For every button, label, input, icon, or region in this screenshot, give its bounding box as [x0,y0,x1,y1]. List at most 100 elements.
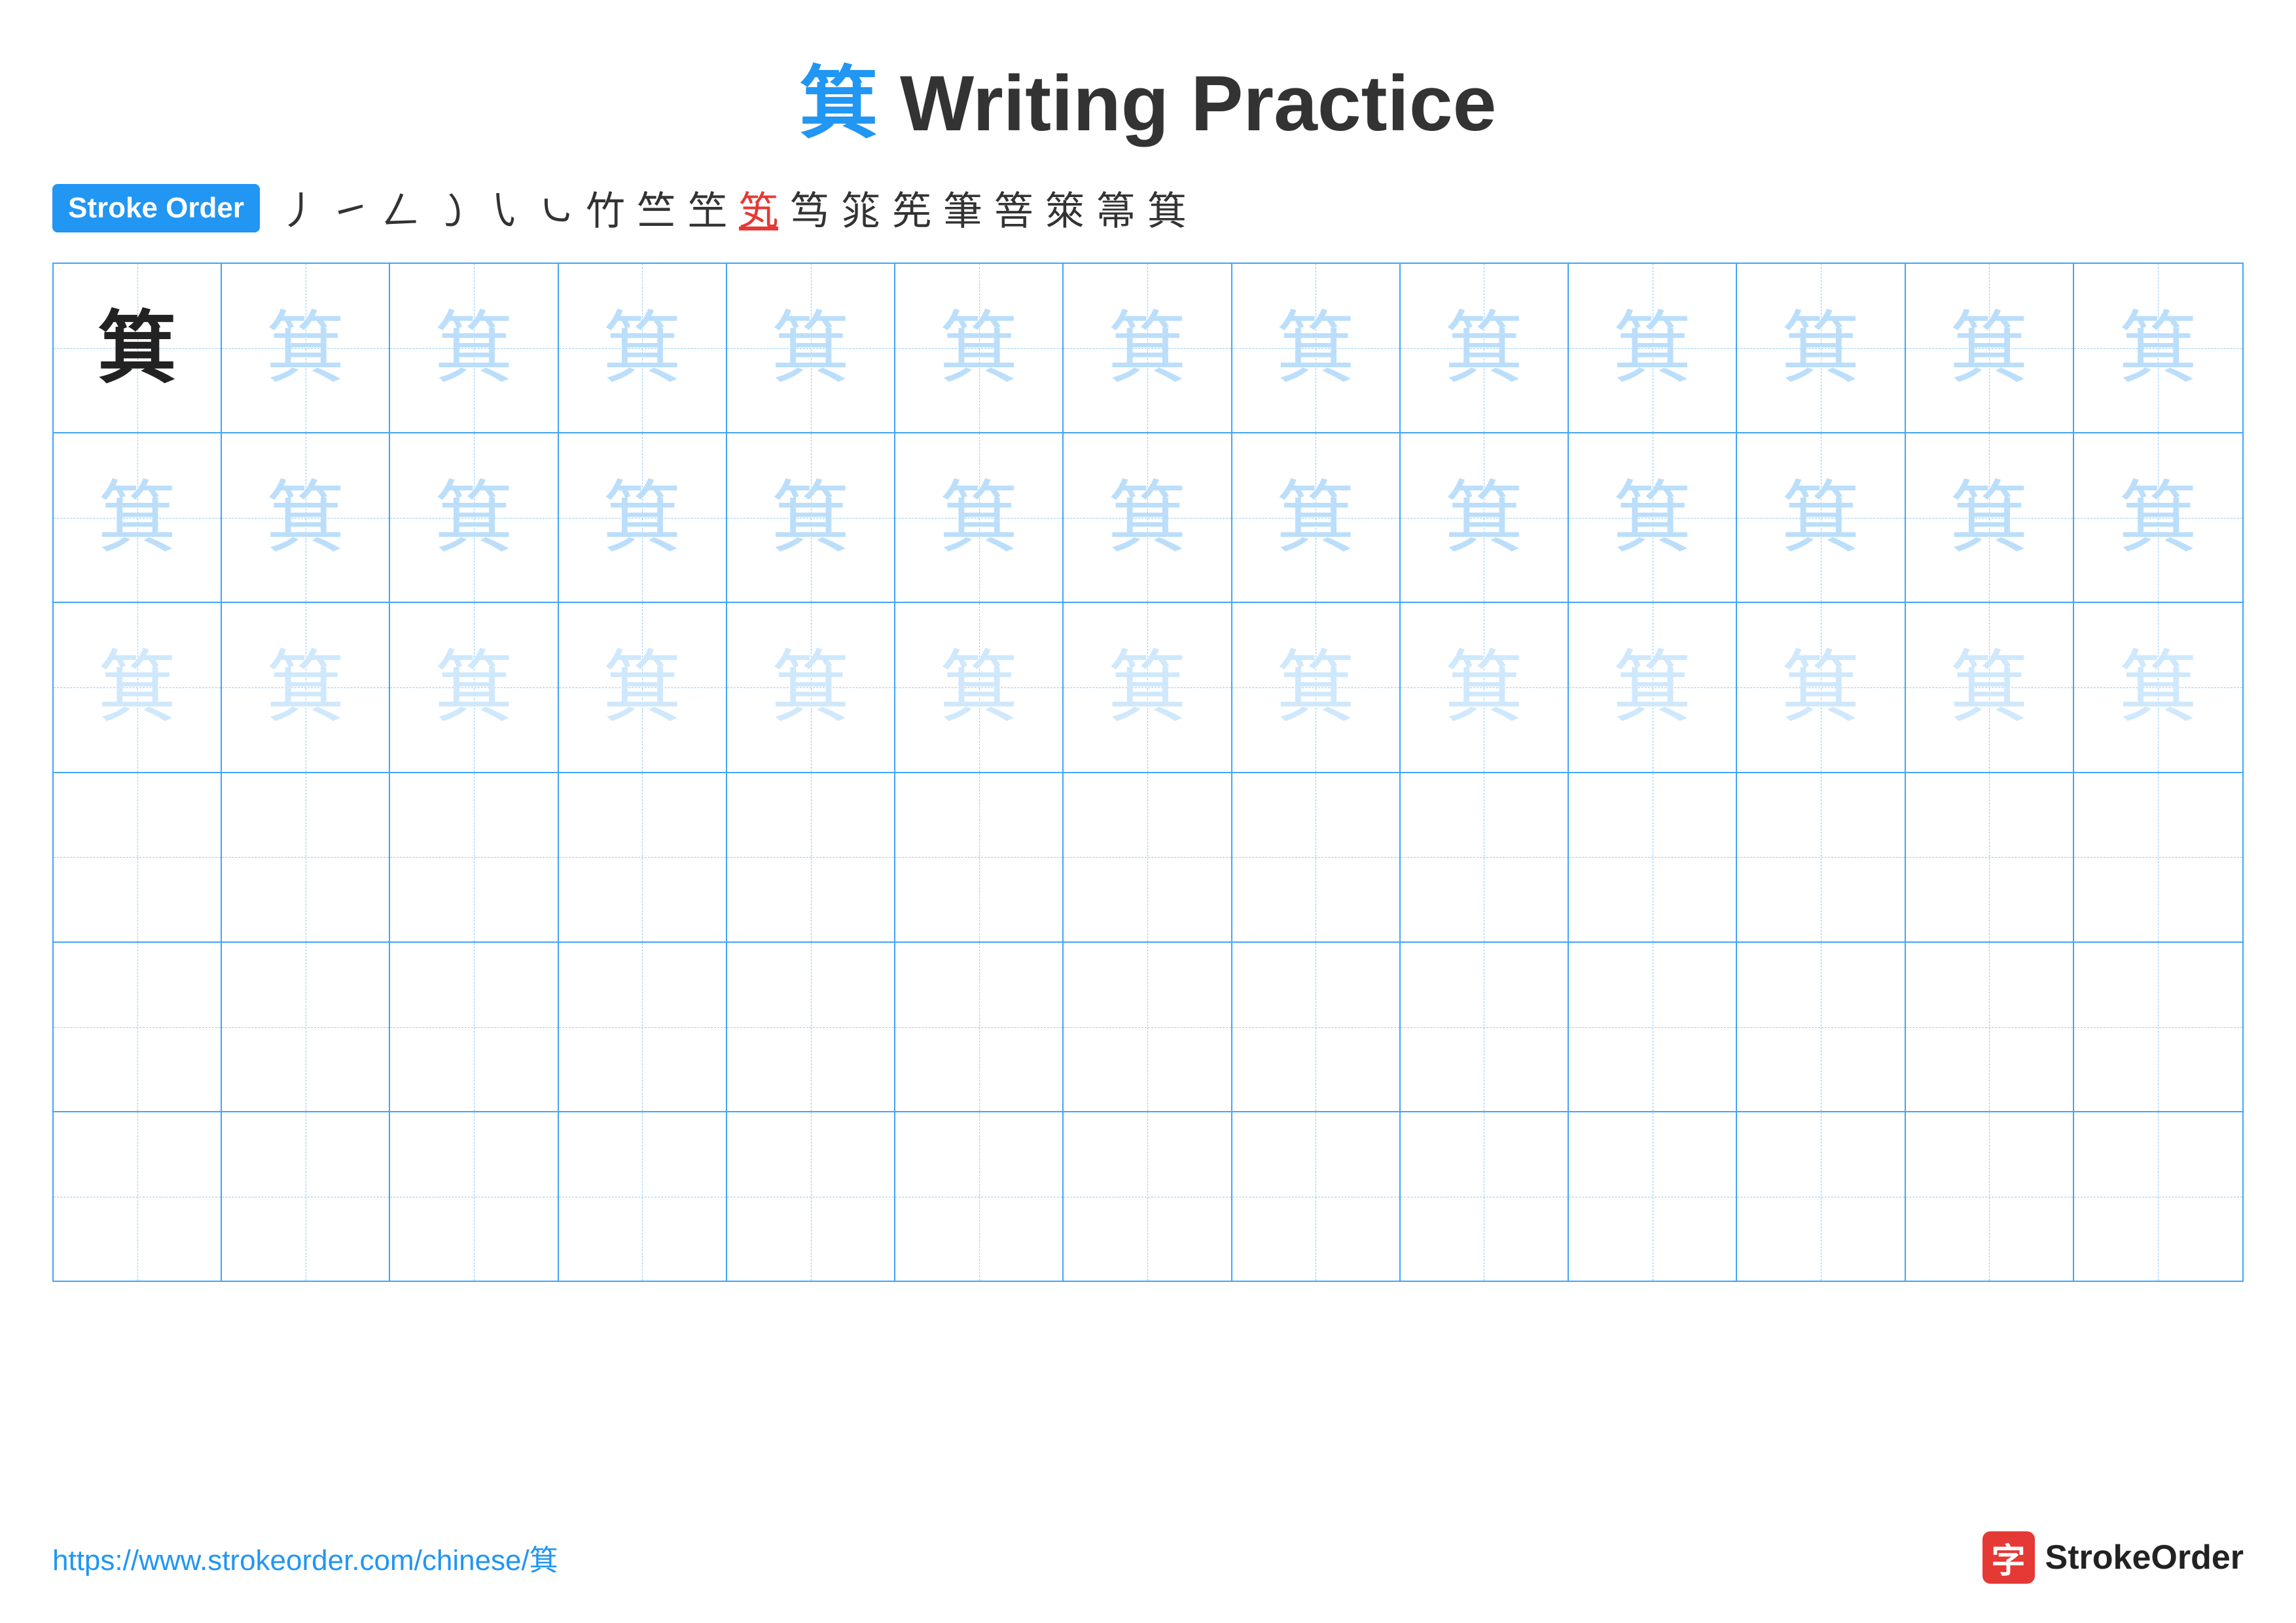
cell-character: 箕 [603,648,681,727]
stroke-step-4: ㇂ [484,179,523,236]
grid-cell-1-9[interactable]: 箕 [1569,433,1737,602]
grid-cell-0-1[interactable]: 箕 [222,264,390,432]
grid-cell-4-11[interactable] [1906,943,2074,1111]
grid-cell-3-4[interactable] [727,773,895,941]
grid-cell-3-6[interactable] [1064,773,1232,941]
grid-cell-1-2[interactable]: 箕 [390,433,558,602]
grid-cell-0-6[interactable]: 箕 [1064,264,1232,432]
grid-cell-2-3[interactable]: 箕 [559,603,727,771]
grid-cell-1-6[interactable]: 箕 [1064,433,1232,602]
grid-cell-1-7[interactable]: 箕 [1232,433,1401,602]
cell-character: 箕 [435,309,513,388]
grid-cell-5-0[interactable] [54,1112,222,1281]
grid-cell-2-5[interactable]: 箕 [895,603,1064,771]
cell-character: 箕 [266,479,345,557]
grid-cell-2-8[interactable]: 箕 [1401,603,1569,771]
brand-name: StrokeOrder [2045,1538,2244,1577]
cell-character: 箕 [1613,648,1692,727]
grid-cell-4-0[interactable] [54,943,222,1111]
cell-character: 箕 [1950,648,2028,727]
grid-cell-5-11[interactable] [1906,1112,2074,1281]
cell-character: 箕 [1782,648,1860,727]
stroke-step-17: 箕 [1147,179,1187,236]
grid-cell-2-12[interactable]: 箕 [2074,603,2242,771]
grid-cell-2-1[interactable]: 箕 [222,603,390,771]
grid-cell-5-6[interactable] [1064,1112,1232,1281]
grid-cell-5-1[interactable] [222,1112,390,1281]
grid-cell-1-11[interactable]: 箕 [1906,433,2074,602]
grid-cell-1-12[interactable]: 箕 [2074,433,2242,602]
grid-cell-0-9[interactable]: 箕 [1569,264,1737,432]
grid-cell-0-4[interactable]: 箕 [727,264,895,432]
stroke-step-8: 笁 [688,179,727,236]
grid-cell-1-1[interactable]: 箕 [222,433,390,602]
grid-cell-1-10[interactable]: 箕 [1737,433,1905,602]
grid-cell-5-3[interactable] [559,1112,727,1281]
stroke-order-badge[interactable]: Stroke Order [52,184,260,232]
grid-cell-2-0[interactable]: 箕 [54,603,222,771]
stroke-step-12: 筅 [892,179,931,236]
grid-cell-5-12[interactable] [2074,1112,2242,1281]
grid-cell-4-4[interactable] [727,943,895,1111]
grid-cell-5-5[interactable] [895,1112,1064,1281]
grid-cell-5-2[interactable] [390,1112,558,1281]
grid-cell-5-9[interactable] [1569,1112,1737,1281]
cell-character: 箕 [266,309,345,388]
grid-cell-1-8[interactable]: 箕 [1401,433,1569,602]
grid-cell-0-12[interactable]: 箕 [2074,264,2242,432]
grid-row-4 [54,943,2242,1112]
grid-cell-4-6[interactable] [1064,943,1232,1111]
grid-cell-3-1[interactable] [222,773,390,941]
grid-cell-4-3[interactable] [559,943,727,1111]
grid-cell-4-12[interactable] [2074,943,2242,1111]
grid-cell-4-8[interactable] [1401,943,1569,1111]
grid-cell-4-9[interactable] [1569,943,1737,1111]
grid-cell-0-5[interactable]: 箕 [895,264,1064,432]
cell-character: 箕 [603,309,681,388]
grid-cell-2-9[interactable]: 箕 [1569,603,1737,771]
grid-cell-4-1[interactable] [222,943,390,1111]
grid-cell-0-7[interactable]: 箕 [1232,264,1401,432]
grid-cell-4-7[interactable] [1232,943,1401,1111]
grid-cell-5-10[interactable] [1737,1112,1905,1281]
grid-cell-4-5[interactable] [895,943,1064,1111]
grid-cell-1-5[interactable]: 箕 [895,433,1064,602]
grid-cell-3-8[interactable] [1401,773,1569,941]
grid-cell-4-2[interactable] [390,943,558,1111]
grid-cell-5-7[interactable] [1232,1112,1401,1281]
grid-cell-3-5[interactable] [895,773,1064,941]
page-title: 箕 Writing Practice [0,0,2296,153]
grid-cell-0-10[interactable]: 箕 [1737,264,1905,432]
grid-cell-3-2[interactable] [390,773,558,941]
grid-cell-0-11[interactable]: 箕 [1906,264,2074,432]
stroke-step-7: 竺 [637,179,676,236]
grid-cell-5-4[interactable] [727,1112,895,1281]
grid-cell-3-10[interactable] [1737,773,1905,941]
grid-cell-3-0[interactable] [54,773,222,941]
footer-url[interactable]: https://www.strokeorder.com/chinese/箕 [52,1537,558,1578]
grid-cell-2-11[interactable]: 箕 [1906,603,2074,771]
title-char: 箕 [800,60,878,147]
grid-cell-1-0[interactable]: 箕 [54,433,222,602]
grid-cell-3-12[interactable] [2074,773,2242,941]
cell-character: 箕 [1782,309,1860,388]
grid-cell-4-10[interactable] [1737,943,1905,1111]
grid-cell-5-8[interactable] [1401,1112,1569,1281]
grid-cell-0-3[interactable]: 箕 [559,264,727,432]
grid-cell-3-7[interactable] [1232,773,1401,941]
grid-cell-2-4[interactable]: 箕 [727,603,895,771]
grid-cell-0-8[interactable]: 箕 [1401,264,1569,432]
grid-cell-0-0[interactable]: 箕 [54,264,222,432]
grid-cell-3-3[interactable] [559,773,727,941]
grid-cell-2-2[interactable]: 箕 [390,603,558,771]
stroke-order-row: Stroke Order 丿㇀𠃋㇁㇂㇃竹竺笁笂笃筄筅筆箁箂箒箕 [0,179,2296,236]
grid-cell-2-10[interactable]: 箕 [1737,603,1905,771]
grid-cell-1-4[interactable]: 箕 [727,433,895,602]
grid-cell-0-2[interactable]: 箕 [390,264,558,432]
grid-cell-1-3[interactable]: 箕 [559,433,727,602]
grid-cell-2-6[interactable]: 箕 [1064,603,1232,771]
grid-cell-3-9[interactable] [1569,773,1737,941]
grid-cell-3-11[interactable] [1906,773,2074,941]
grid-cell-2-7[interactable]: 箕 [1232,603,1401,771]
stroke-step-14: 箁 [994,179,1033,236]
